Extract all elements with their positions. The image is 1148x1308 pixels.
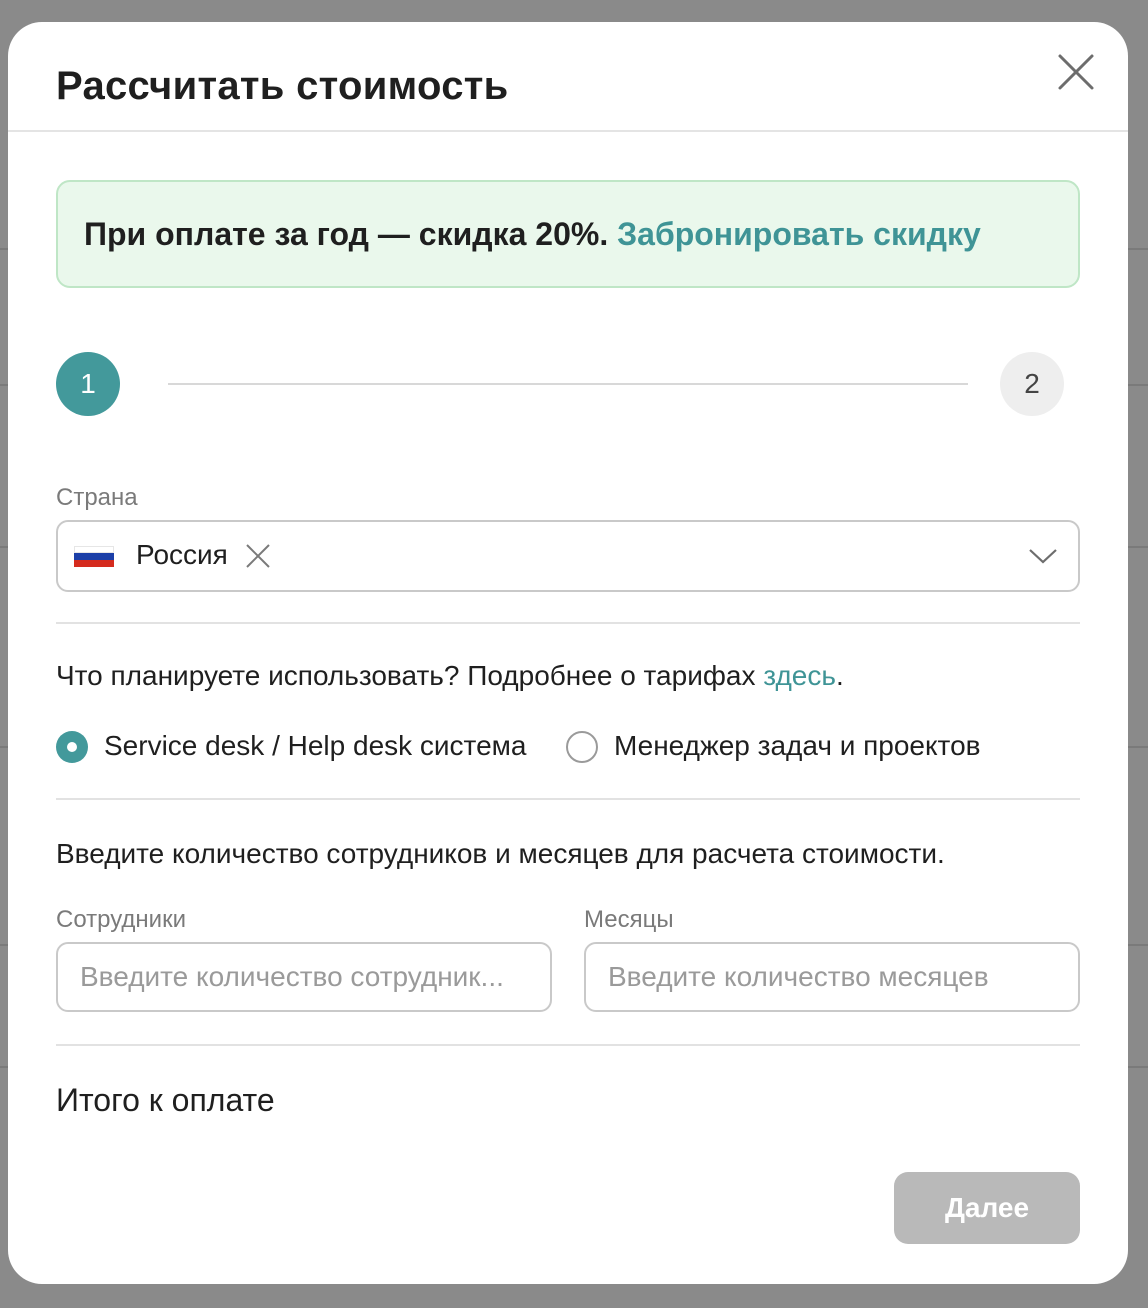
radio-label-service-desk: Service desk / Help desk система <box>104 730 527 761</box>
calc-instruction: Введите количество сотрудников и месяцев… <box>56 838 945 869</box>
dialog-title: Рассчитать стоимость <box>56 64 509 108</box>
employees-input[interactable] <box>56 942 552 1012</box>
stepper-connector <box>168 383 968 385</box>
dialog-header: Рассчитать стоимость <box>8 22 1128 132</box>
radio-task-manager[interactable]: Менеджер задач и проектов <box>566 730 1016 764</box>
calculate-cost-dialog: Рассчитать стоимость При оплате за год —… <box>8 22 1128 1284</box>
russia-flag-icon <box>74 546 114 567</box>
close-button[interactable] <box>1054 50 1098 94</box>
employees-label: Сотрудники <box>56 906 186 933</box>
clear-icon <box>246 544 270 568</box>
step-2-indicator: 2 <box>1000 352 1064 416</box>
annual-discount-banner: При оплате за год — скидка 20%. Забронир… <box>56 180 1080 288</box>
reserve-discount-link[interactable]: Забронировать скидку <box>617 216 981 252</box>
section-divider <box>56 622 1080 624</box>
usage-question: Что планируете использовать? Подробнее о… <box>56 660 844 692</box>
usage-question-text: Что планируете использовать? Подробнее о… <box>56 660 764 691</box>
months-input[interactable] <box>584 942 1080 1012</box>
country-select[interactable]: Россия <box>56 520 1080 592</box>
radio-label-task-manager: Менеджер задач и проектов <box>614 730 981 761</box>
section-divider <box>56 798 1080 800</box>
next-button[interactable]: Далее <box>894 1172 1080 1244</box>
months-label: Месяцы <box>584 906 674 933</box>
tariffs-link[interactable]: здесь <box>763 660 836 691</box>
chevron-down-icon <box>1028 546 1058 566</box>
section-divider <box>56 1044 1080 1046</box>
close-icon <box>1058 54 1094 90</box>
radio-button-checked[interactable] <box>56 731 88 763</box>
country-value: Россия <box>136 539 228 570</box>
radio-button-unchecked[interactable] <box>566 731 598 763</box>
clear-country-button[interactable] <box>244 542 272 570</box>
usage-question-suffix: . <box>835 660 844 691</box>
total-label: Итого к оплате <box>56 1082 275 1118</box>
radio-service-desk[interactable]: Service desk / Help desk система <box>56 730 546 764</box>
country-label: Страна <box>56 484 138 511</box>
discount-message: При оплате за год — скидка 20%. <box>84 216 609 252</box>
step-1-indicator: 1 <box>56 352 120 416</box>
discount-text: При оплате за год — скидка 20%. Забронир… <box>84 216 981 253</box>
